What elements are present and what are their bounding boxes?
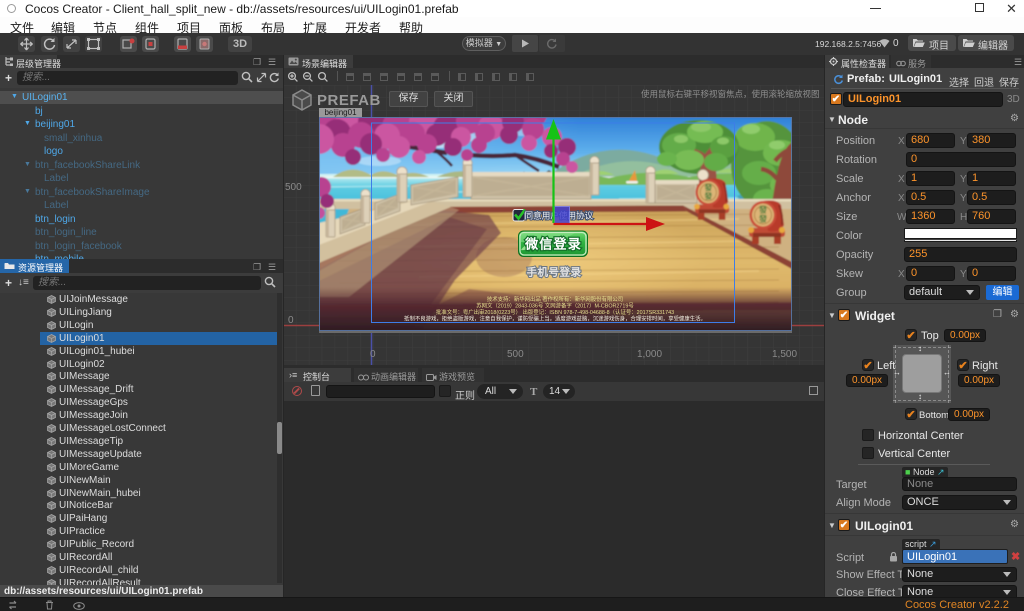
svg-text:手机号登录: 手机号登录	[527, 266, 582, 279]
svg-text:發: 發	[704, 190, 713, 200]
svg-text:苏网文（2019）2843-036号 文网游备字（2017）: 苏网文（2019）2843-036号 文网游备字（2017）M-CBOR2719…	[476, 302, 634, 310]
svg-text:發: 發	[758, 205, 768, 215]
svg-text:發: 發	[758, 214, 768, 224]
svg-text:微信登录: 微信登录	[524, 237, 582, 252]
svg-text:技术支持：新华网出品 著作权所有：新华网股份有限公司: 技术支持：新华网出品 著作权所有：新华网股份有限公司	[487, 295, 623, 303]
svg-text:發: 發	[704, 182, 713, 192]
svg-text:批准文号：粤广出审2018(0223号） 出版登记：ISBN: 批准文号：粤广出审2018(0223号） 出版登记：ISBN 978-7-498…	[436, 308, 674, 316]
svg-text:抵制不良游戏，拒绝盗版游戏，注意自我保护，谨防受骗上当。适度: 抵制不良游戏，拒绝盗版游戏，注意自我保护，谨防受骗上当。适度游戏益脑，沉迷游戏伤…	[404, 315, 706, 323]
